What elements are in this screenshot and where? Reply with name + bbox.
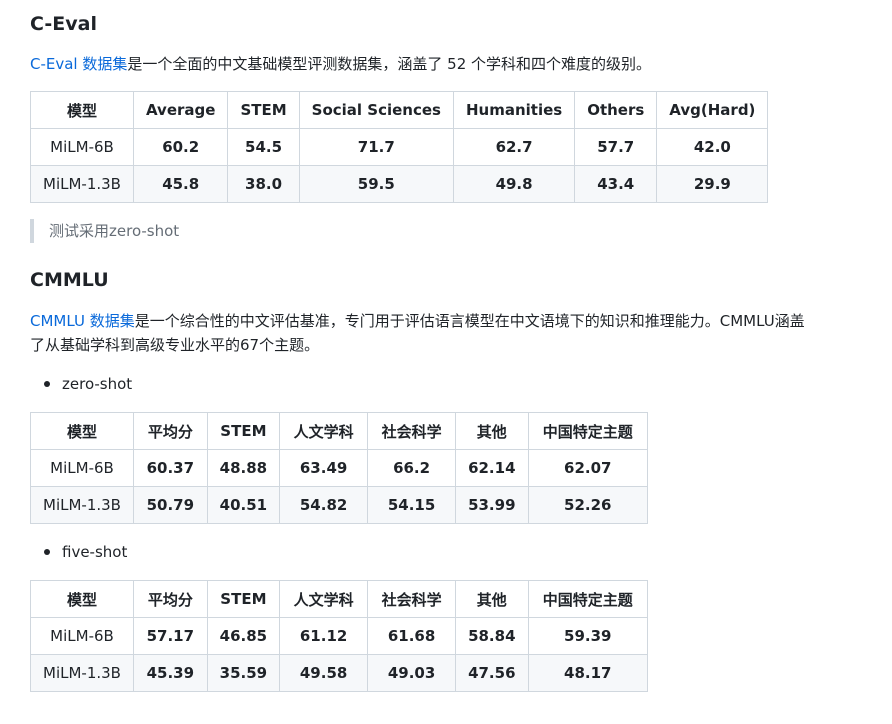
col-header-social-sciences: 社会科学 bbox=[367, 412, 457, 450]
ceval-intro-text: 是一个全面的中文基础模型评测数据集，涵盖了 52 个学科和四个难度的级别。 bbox=[127, 55, 652, 73]
five-shot-label: five-shot bbox=[62, 543, 128, 561]
score-cell: 54.15 bbox=[367, 486, 457, 524]
col-header-others: 其他 bbox=[455, 412, 529, 450]
score-cell: 60.2 bbox=[132, 128, 229, 166]
score-cell: 49.03 bbox=[367, 654, 457, 692]
table-header-row: 模型 平均分 STEM 人文学科 社会科学 其他 中国特定主题 bbox=[30, 580, 649, 618]
cmmlu-intro: CMMLU 数据集是一个综合性的中文评估基准，专门用于评估语言模型在中文语境下的… bbox=[30, 309, 860, 357]
markdown-page: C-Eval C-Eval 数据集是一个全面的中文基础模型评测数据集，涵盖了 5… bbox=[0, 0, 892, 724]
ceval-table: 模型 Average STEM Social Sciences Humaniti… bbox=[30, 91, 769, 203]
score-cell: 45.39 bbox=[132, 654, 208, 692]
score-cell: 52.26 bbox=[527, 486, 649, 524]
score-cell: 29.9 bbox=[656, 165, 769, 203]
score-cell: 40.51 bbox=[206, 486, 281, 524]
score-cell: 46.85 bbox=[206, 617, 281, 655]
table-row: MiLM-1.3B 45.8 38.0 59.5 49.8 43.4 29.9 bbox=[30, 165, 769, 203]
score-cell: 71.7 bbox=[298, 128, 454, 166]
score-cell: 43.4 bbox=[574, 165, 658, 203]
score-cell: 62.14 bbox=[455, 449, 529, 487]
model-name-cell: MiLM-6B bbox=[30, 128, 134, 166]
col-header-others: Others bbox=[574, 91, 658, 129]
score-cell: 57.17 bbox=[132, 617, 208, 655]
col-header-model: 模型 bbox=[30, 580, 134, 618]
score-cell: 59.5 bbox=[298, 165, 454, 203]
col-header-humanities: 人文学科 bbox=[279, 412, 369, 450]
cmmlu-five-shot-table: 模型 平均分 STEM 人文学科 社会科学 其他 中国特定主题 MiLM-6B … bbox=[30, 580, 649, 692]
score-cell: 59.39 bbox=[527, 617, 649, 655]
model-name-cell: MiLM-6B bbox=[30, 449, 134, 487]
col-header-stem: STEM bbox=[227, 91, 300, 129]
list-item-five-shot: five-shot bbox=[44, 540, 127, 564]
score-cell: 42.0 bbox=[656, 128, 769, 166]
col-header-social-sciences: Social Sciences bbox=[298, 91, 454, 129]
score-cell: 60.37 bbox=[132, 449, 208, 487]
score-cell: 53.99 bbox=[455, 486, 529, 524]
score-cell: 61.12 bbox=[279, 617, 369, 655]
score-cell: 48.88 bbox=[206, 449, 281, 487]
col-header-stem: STEM bbox=[206, 412, 281, 450]
score-cell: 45.8 bbox=[132, 165, 229, 203]
list-item-zero-shot: zero-shot bbox=[44, 372, 132, 396]
col-header-others: 其他 bbox=[455, 580, 529, 618]
table-row: MiLM-6B 60.37 48.88 63.49 66.2 62.14 62.… bbox=[30, 449, 649, 487]
cmmlu-dataset-link[interactable]: CMMLU 数据集 bbox=[30, 312, 135, 330]
score-cell: 62.7 bbox=[452, 128, 576, 166]
table-header-row: 模型 Average STEM Social Sciences Humaniti… bbox=[30, 91, 769, 129]
score-cell: 61.68 bbox=[367, 617, 457, 655]
col-header-china-specific: 中国特定主题 bbox=[527, 580, 649, 618]
score-cell: 58.84 bbox=[455, 617, 529, 655]
bullet-icon bbox=[44, 549, 50, 555]
ceval-note-blockquote: 测试采用zero-shot bbox=[30, 219, 179, 243]
score-cell: 62.07 bbox=[527, 449, 649, 487]
col-header-average: 平均分 bbox=[132, 412, 208, 450]
ceval-dataset-link[interactable]: C-Eval 数据集 bbox=[30, 55, 127, 73]
score-cell: 66.2 bbox=[367, 449, 457, 487]
table-row: MiLM-6B 60.2 54.5 71.7 62.7 57.7 42.0 bbox=[30, 128, 769, 166]
score-cell: 35.59 bbox=[206, 654, 281, 692]
col-header-humanities: Humanities bbox=[452, 91, 576, 129]
col-header-model: 模型 bbox=[30, 91, 134, 129]
col-header-humanities: 人文学科 bbox=[279, 580, 369, 618]
model-name-cell: MiLM-6B bbox=[30, 617, 134, 655]
score-cell: 49.8 bbox=[452, 165, 576, 203]
col-header-china-specific: 中国特定主题 bbox=[527, 412, 649, 450]
col-header-stem: STEM bbox=[206, 580, 281, 618]
model-name-cell: MiLM-1.3B bbox=[30, 654, 134, 692]
model-name-cell: MiLM-1.3B bbox=[30, 165, 134, 203]
cmmlu-intro-text-line2: 了从基础学科到高级专业水平的67个主题。 bbox=[30, 336, 320, 354]
ceval-intro: C-Eval 数据集是一个全面的中文基础模型评测数据集，涵盖了 52 个学科和四… bbox=[30, 52, 860, 76]
table-row: MiLM-1.3B 45.39 35.59 49.58 49.03 47.56 … bbox=[30, 654, 649, 692]
table-row: MiLM-1.3B 50.79 40.51 54.82 54.15 53.99 … bbox=[30, 486, 649, 524]
score-cell: 38.0 bbox=[227, 165, 300, 203]
cmmlu-zero-shot-table: 模型 平均分 STEM 人文学科 社会科学 其他 中国特定主题 MiLM-6B … bbox=[30, 412, 649, 524]
col-header-avg-hard: Avg(Hard) bbox=[656, 91, 769, 129]
score-cell: 63.49 bbox=[279, 449, 369, 487]
bullet-icon bbox=[44, 381, 50, 387]
ceval-heading: C-Eval bbox=[30, 13, 97, 35]
table-header-row: 模型 平均分 STEM 人文学科 社会科学 其他 中国特定主题 bbox=[30, 412, 649, 450]
score-cell: 54.5 bbox=[227, 128, 300, 166]
table-row: MiLM-6B 57.17 46.85 61.12 61.68 58.84 59… bbox=[30, 617, 649, 655]
cmmlu-heading: CMMLU bbox=[30, 269, 109, 291]
cmmlu-intro-text-line1: 是一个综合性的中文评估基准，专门用于评估语言模型在中文语境下的知识和推理能力。C… bbox=[134, 312, 805, 330]
score-cell: 47.56 bbox=[455, 654, 529, 692]
col-header-average: Average bbox=[132, 91, 229, 129]
score-cell: 48.17 bbox=[527, 654, 649, 692]
score-cell: 54.82 bbox=[279, 486, 369, 524]
score-cell: 49.58 bbox=[279, 654, 369, 692]
col-header-model: 模型 bbox=[30, 412, 134, 450]
zero-shot-label: zero-shot bbox=[62, 375, 133, 393]
score-cell: 50.79 bbox=[132, 486, 208, 524]
col-header-social-sciences: 社会科学 bbox=[367, 580, 457, 618]
col-header-average: 平均分 bbox=[132, 580, 208, 618]
model-name-cell: MiLM-1.3B bbox=[30, 486, 134, 524]
score-cell: 57.7 bbox=[574, 128, 658, 166]
